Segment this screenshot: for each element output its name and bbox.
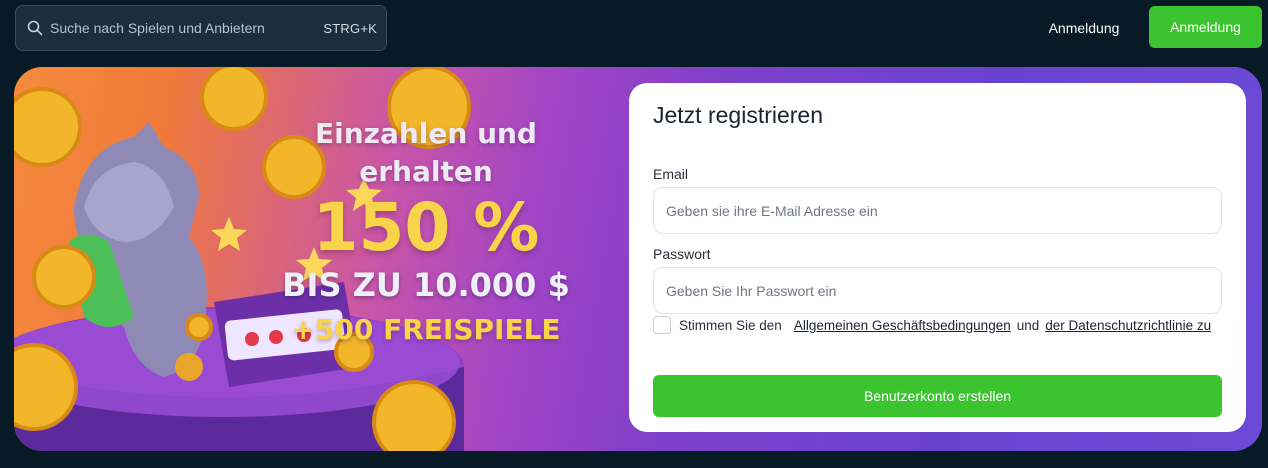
password-label: Passwort [653, 246, 711, 262]
login-button[interactable]: Anmeldung [1149, 6, 1262, 48]
terms-checkbox[interactable] [653, 316, 671, 334]
search-bar[interactable]: Suche nach Spielen und Anbietern STRG+K [15, 5, 387, 51]
promo-headline-line1: Einzahlen und [315, 117, 537, 150]
login-link[interactable]: Anmeldung [1036, 14, 1132, 42]
terms-middle: und [1016, 317, 1040, 333]
search-input[interactable]: Suche nach Spielen und Anbietern [50, 20, 323, 36]
terms-row: Stimmen Sie den Allgemeinen Geschäftsbed… [653, 316, 1211, 334]
terms-prefix: Stimmen Sie den [679, 317, 782, 333]
password-field[interactable] [653, 267, 1222, 314]
email-label: Email [653, 166, 689, 182]
promo-percent: 150 % [312, 189, 540, 266]
promo-free-spins: +500 FREISPIELE [291, 313, 561, 346]
password-input[interactable] [666, 282, 1209, 299]
email-field[interactable] [653, 187, 1222, 234]
form-title: Jetzt registrieren [653, 102, 824, 128]
promo-banner: Einzahlen und erhalten 150 % BIS ZU 10.0… [14, 67, 1262, 451]
promo-max-amount: BIS ZU 10.000 $ [282, 266, 570, 304]
promo-text: Einzahlen und erhalten 150 % BIS ZU 10.0… [246, 115, 606, 347]
search-icon [26, 19, 44, 37]
promo-headline-line2: erhalten [359, 155, 493, 188]
privacy-link[interactable]: der Datenschutzrichtlinie zu [1045, 318, 1211, 333]
email-input[interactable] [666, 202, 1209, 219]
create-account-button[interactable]: Benutzerkonto erstellen [653, 375, 1222, 417]
registration-form: Jetzt registrieren Email Passwort Stimme… [629, 83, 1246, 432]
search-shortcut-hint: STRG+K [323, 20, 377, 36]
terms-link[interactable]: Allgemeinen Geschäftsbedingungen [794, 318, 1011, 333]
